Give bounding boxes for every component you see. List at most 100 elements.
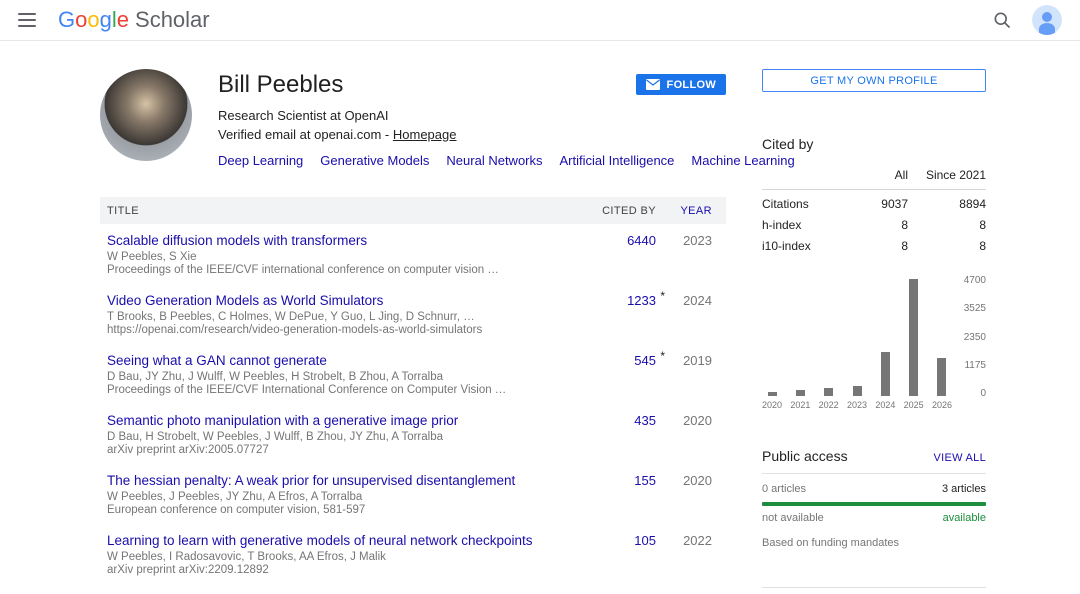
chart-column: 2020 [762,279,782,410]
chart-x-label: 2023 [846,400,868,410]
chart-column: 2025 [904,279,924,410]
chart-bar[interactable] [852,386,862,396]
citation-stats-row: i10-index 8 8 [762,239,986,253]
publication-title[interactable]: Semantic photo manipulation with a gener… [107,413,570,429]
publications-table-header: TITLE CITED BY YEAR [100,197,726,224]
chart-column: 2023 [847,279,867,410]
column-header-year[interactable]: YEAR [656,205,726,217]
logo-letter: G [58,7,76,32]
cited-by-count[interactable]: 6440 [627,233,656,248]
publication-venue: Proceedings of the IEEE/CVF internationa… [107,264,499,276]
publication-authors: D Bau, H Strobelt, W Peebles, J Wulff, B… [107,431,444,443]
chart-column: 2024 [875,279,895,410]
available-label: available [942,512,986,524]
chart-bar[interactable] [824,388,834,396]
verified-email: Verified email at openai.com - Homepage [218,127,457,142]
chart-x-label: 2025 [903,400,924,410]
chart-y-label: 0 [980,388,986,399]
publication-title[interactable]: Video Generation Models as World Simulat… [107,293,570,309]
publication-authors: W Peebles, I Radosavovic, T Brooks, AA E… [107,551,386,563]
publication-title[interactable]: Scalable diffusion models with transform… [107,233,570,249]
public-access-section: Public access VIEW ALL 0 articles 3 arti… [762,448,986,549]
citations-chart: 2020 2021 2022 2023 2024 2025 2026 4700 3525 235… [762,275,986,410]
publication-year: 2020 [683,473,712,488]
interest-link[interactable]: Artificial Intelligence [560,153,675,168]
not-available-count: 0 articles [762,483,807,495]
chart-x-label: 2024 [875,400,896,410]
top-bar: G o o g l e Scholar [0,0,1080,41]
interests: Deep Learning Generative Models Neural Net… [218,153,812,168]
publications-list: Scalable diffusion models with transform… [100,224,726,594]
cited-by-count[interactable]: 105 [634,533,656,548]
cited-by-count[interactable]: 545 [634,353,656,368]
publication-title[interactable]: Seeing what a GAN cannot generate [107,353,570,369]
stat-value-since: 8 [979,218,986,232]
citations-chart-columns: 2020 2021 2022 2023 2024 2025 2026 [762,279,952,410]
chart-bar[interactable] [795,390,805,396]
interest-link[interactable]: Generative Models [320,153,429,168]
stat-label: Citations [762,197,809,211]
stat-value-all: 8 [901,239,908,253]
public-access-title: Public access [762,448,848,464]
chart-column: 2021 [790,279,810,410]
chart-y-label: 1175 [964,359,986,371]
publication-venue: arXiv preprint arXiv:2209.12892 [107,564,269,576]
column-header-cited-by[interactable]: CITED BY [570,205,656,217]
account-avatar[interactable] [1032,5,1062,35]
publication-year: 2019 [683,353,712,368]
stats-col-all: All [894,168,908,182]
profile-photo[interactable] [100,69,192,161]
menu-icon[interactable] [18,13,36,27]
stat-value-all: 8 [901,218,908,232]
publication-row: Learning to learn with generative models… [100,524,726,584]
interest-link[interactable]: Neural Networks [446,153,542,168]
stats-col-since: Since 2021 [925,168,986,182]
chart-bar[interactable] [880,352,890,396]
publication-venue: https://openai.com/research/video-genera… [107,324,483,336]
funding-mandates-note: Based on funding mandates [762,537,899,549]
publications-table: TITLE CITED BY YEAR Scalable diffusion m… [100,197,726,594]
stat-value-since: 8894 [959,197,986,211]
cited-by-count[interactable]: 1233 [627,293,656,308]
stat-label: i10-index [762,239,811,253]
publication-row: The hessian penalty: A weak prior for un… [100,464,726,524]
homepage-link[interactable]: Homepage [393,127,457,142]
stat-label: h-index [762,218,802,232]
chart-bar[interactable] [937,358,947,396]
publication-authors: T Brooks, B Peebles, C Holmes, W DePue, … [107,311,475,323]
publication-authors: W Peebles, J Peebles, JY Zhu, A Efros, A… [107,491,363,503]
logo-letter: o [87,7,100,32]
chart-column: 2026 [932,279,952,410]
chart-bar[interactable] [767,392,777,396]
logo-letter: o [75,7,88,32]
cited-by-count[interactable]: 435 [634,413,656,428]
publication-title[interactable]: Learning to learn with generative models… [107,533,570,549]
view-all-link[interactable]: VIEW ALL [933,452,986,464]
cited-by-count[interactable]: 155 [634,473,656,488]
publication-venue: European conference on computer vision, … [107,504,366,516]
profile-header: Bill Peebles Research Scientist at OpenA… [100,69,795,168]
google-scholar-logo[interactable]: G o o g l e Scholar [58,7,210,33]
availability-bar [762,502,986,506]
cited-by-section: Cited by All Since 2021 Citations 9037 889… [762,136,986,410]
chart-y-label: 4700 [963,275,986,286]
coauthors-section: Co-authors [762,587,986,594]
search-icon[interactable] [992,10,1012,30]
not-available-label: not available [762,512,824,524]
chart-column: 2022 [819,279,839,410]
chart-y-label: 3525 [963,303,986,315]
interest-link[interactable]: Deep Learning [218,153,303,168]
citations-chart-ylabels: 4700 3525 2350 1175 0 [964,275,986,399]
publication-title[interactable]: The hessian penalty: A weak prior for un… [107,473,570,489]
chart-x-label: 2026 [931,400,952,410]
publication-row: Scalable diffusion models with transform… [100,224,726,284]
follow-button[interactable]: FOLLOW [635,74,726,95]
stat-value-since: 8 [979,239,986,253]
chart-bar[interactable] [909,279,919,396]
citation-stats-row: h-index 8 8 [762,218,986,232]
interest-link[interactable]: Machine Learning [691,153,794,168]
envelope-icon [645,79,660,90]
publication-row: GAN-supervised dense visual alignmentW P… [100,584,726,594]
citation-stats-table: All Since 2021 Citations 9037 8894 h-index 8… [762,168,986,253]
citation-stats-header: All Since 2021 [762,168,986,190]
